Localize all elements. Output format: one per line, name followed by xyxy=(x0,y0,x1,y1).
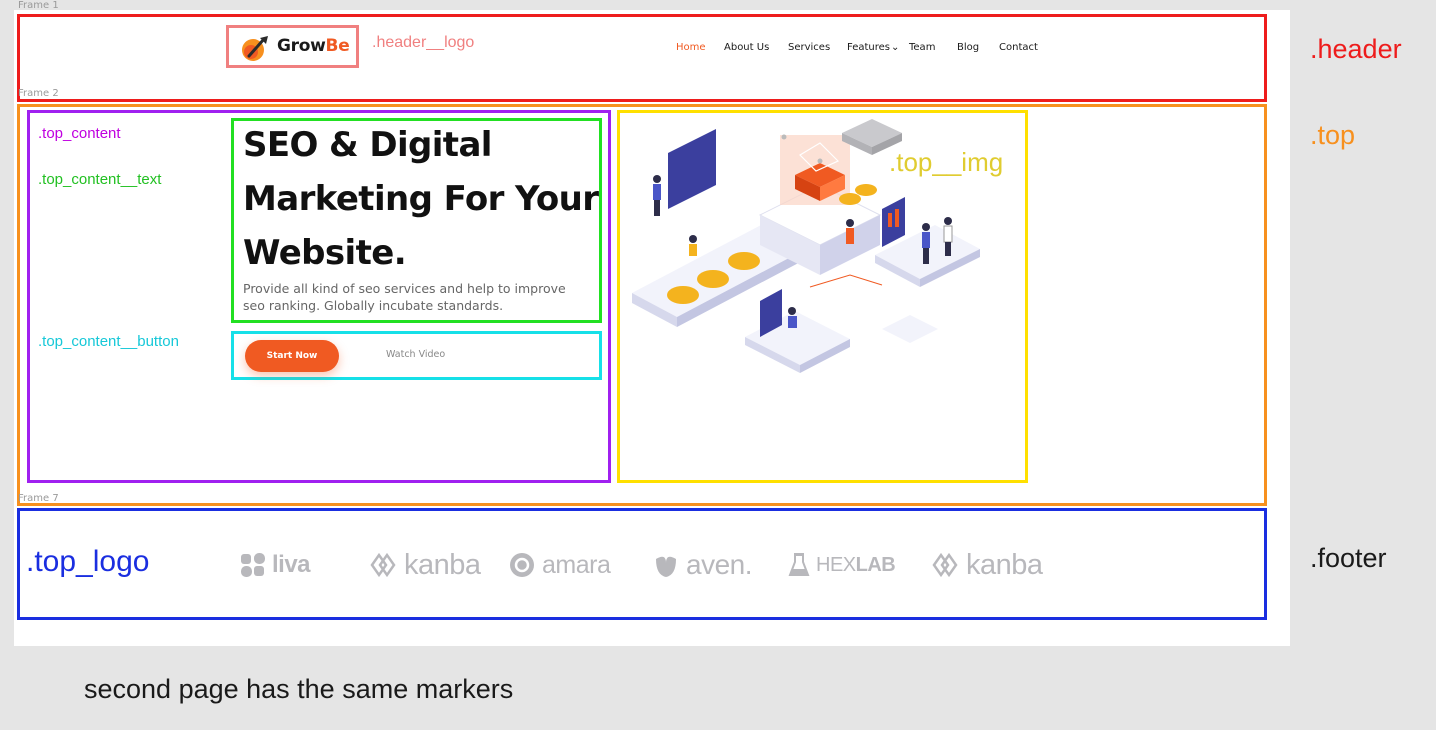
brand-logo-kanba-1: kanba xyxy=(366,548,481,582)
amara-icon xyxy=(510,553,534,577)
nav-contact[interactable]: Contact xyxy=(999,42,1038,53)
annotation-header-logo: .header__logo xyxy=(372,34,475,51)
brand-name-liva: liva xyxy=(272,551,311,578)
watch-video-button[interactable]: Watch Video xyxy=(386,349,445,360)
annotation-top-content-button: .top_content__button xyxy=(38,333,179,350)
brand-name-amara: amara xyxy=(542,550,611,579)
brand-logo-aven: aven. xyxy=(652,548,753,582)
rocket-icon xyxy=(242,36,268,61)
aven-icon xyxy=(656,556,676,577)
brand-name-kanba-2: kanba xyxy=(966,548,1043,581)
liva-icon xyxy=(241,553,265,577)
seo-isometric-illustration xyxy=(632,119,980,373)
chevron-down-icon: ⌄ xyxy=(891,42,900,53)
nav-team[interactable]: Team xyxy=(909,42,935,53)
nav-blog[interactable]: Blog xyxy=(957,42,979,53)
header-outline xyxy=(17,14,1267,102)
brand-logo-liva: liva xyxy=(240,548,311,582)
nav-home[interactable]: Home xyxy=(676,42,706,53)
annotation-header: .header xyxy=(1310,34,1402,64)
annotation-top-content: .top_content xyxy=(38,125,121,142)
footer-outline xyxy=(17,508,1267,620)
brand-logo-text[interactable]: GrowBe xyxy=(277,36,350,56)
brand-name-part-grow: Grow xyxy=(277,36,326,56)
brand-name-hexlab-part-lab: LAB xyxy=(855,553,896,576)
brand-name-aven: aven. xyxy=(686,549,753,580)
flask-icon xyxy=(788,553,810,576)
nav-about-us[interactable]: About Us xyxy=(724,42,769,53)
start-now-button[interactable]: Start Now xyxy=(245,340,339,372)
hero-title-line-3: Website. xyxy=(243,233,407,273)
annotation-top-content-text: .top_content__text xyxy=(38,171,162,188)
frame-7-label: Frame 7 xyxy=(18,493,59,504)
brand-name-hexlab-part-hex: HEX xyxy=(816,553,856,576)
kanba-icon xyxy=(932,552,958,578)
annotation-top-logo: .top_logo xyxy=(26,545,150,578)
nav-features[interactable]: Features⌄ xyxy=(847,42,899,53)
hero-description: Provide all kind of seo services and hel… xyxy=(243,281,566,313)
hero-title: SEO & Digital Marketing For Your Website. xyxy=(243,118,603,280)
annotation-footer: .footer xyxy=(1310,543,1387,573)
kanba-icon xyxy=(370,552,396,578)
hero-title-line-2: Marketing For Your xyxy=(243,179,599,219)
nav-features-label: Features xyxy=(847,42,890,53)
brand-logo-kanba-2: kanba xyxy=(928,548,1043,582)
brand-name-kanba-1: kanba xyxy=(404,548,481,581)
brand-logo-hexlab: HEXLAB xyxy=(788,548,896,582)
page-note: second page has the same markers xyxy=(84,674,514,704)
frame-2-label: Frame 2 xyxy=(18,88,59,99)
annotation-top: .top xyxy=(1310,120,1356,150)
nav-services[interactable]: Services xyxy=(788,42,830,53)
brand-logo-amara: amara xyxy=(508,548,611,582)
hero-title-line-1: SEO & Digital xyxy=(243,125,492,165)
brand-name-hexlab: HEXLAB xyxy=(816,553,896,577)
brand-name-part-be: Be xyxy=(325,36,350,56)
